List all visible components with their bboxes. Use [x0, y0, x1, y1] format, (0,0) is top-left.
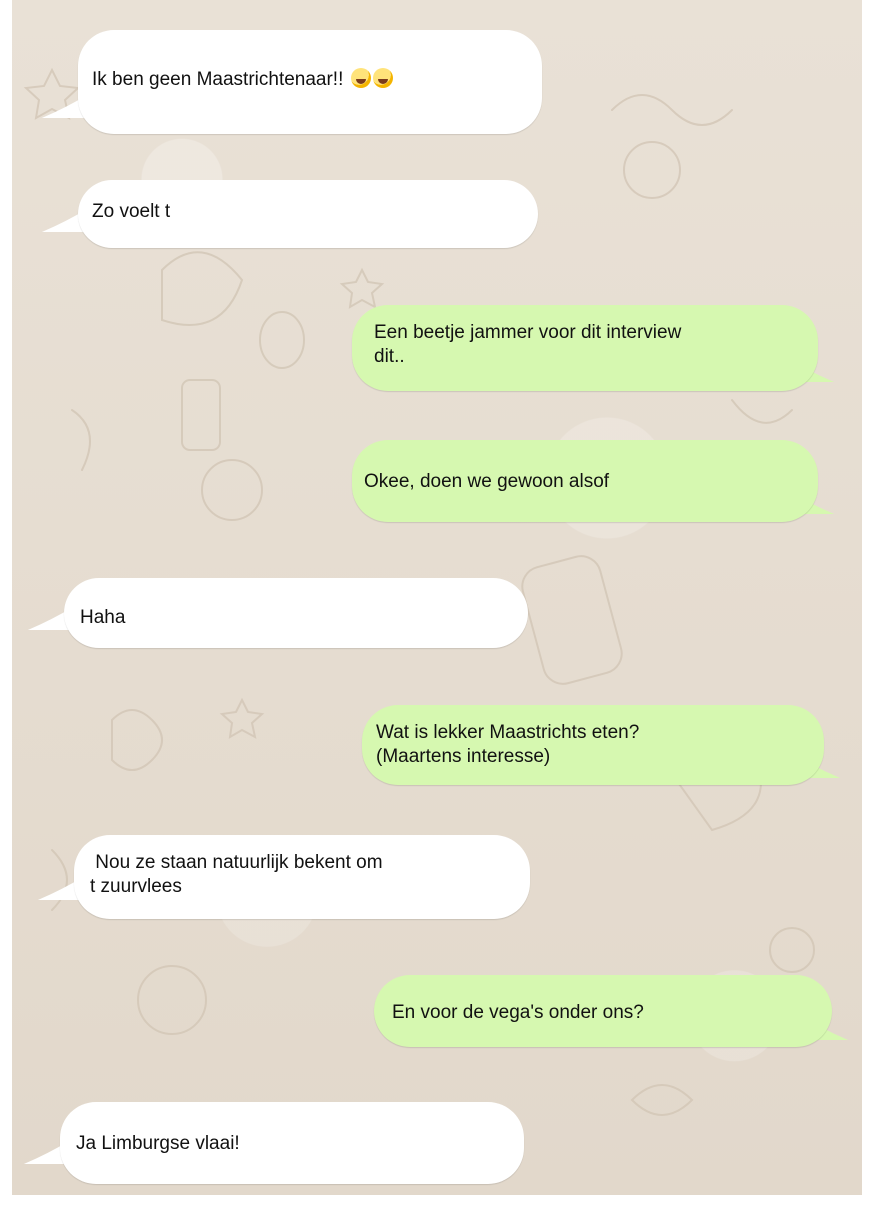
message-text: Ja Limburgse vlaai! — [76, 1133, 240, 1154]
rolling-on-floor-laughing-emoji — [350, 68, 371, 88]
incoming-message-bubble[interactable]: Zo voelt t — [78, 180, 538, 248]
message-text: Wat is lekker Maastrichts eten? (Maarten… — [376, 722, 640, 767]
message-text: En voor de vega's onder ons? — [392, 1002, 644, 1023]
chat-background: Ik ben geen Maastrichtenaar!! Zo voelt t… — [12, 0, 862, 1195]
message-text: Een beetje jammer voor dit interview dit… — [374, 322, 682, 367]
message-text: Ik ben geen Maastrichtenaar!! — [92, 69, 344, 90]
message-text: Zo voelt t — [92, 201, 171, 222]
incoming-message-bubble[interactable]: Ja Limburgse vlaai! — [60, 1102, 524, 1184]
outgoing-message-bubble[interactable]: Wat is lekker Maastrichts eten? (Maarten… — [362, 705, 824, 785]
message-text: Okee, doen we gewoon alsof — [364, 471, 610, 492]
outgoing-message-bubble[interactable]: En voor de vega's onder ons? — [374, 975, 832, 1047]
outgoing-message-bubble[interactable]: Een beetje jammer voor dit interview dit… — [352, 305, 818, 391]
tears-of-joy-emoji — [372, 68, 393, 88]
outgoing-message-bubble[interactable]: Okee, doen we gewoon alsof — [352, 440, 818, 522]
message-text: Haha — [80, 607, 126, 628]
message-text: Nou ze staan natuurlijk bekent om t zuur… — [90, 852, 383, 897]
incoming-message-bubble[interactable]: Haha — [64, 578, 528, 648]
incoming-message-bubble[interactable]: Nou ze staan natuurlijk bekent om t zuur… — [74, 835, 530, 919]
incoming-message-bubble[interactable]: Ik ben geen Maastrichtenaar!! — [78, 30, 542, 134]
